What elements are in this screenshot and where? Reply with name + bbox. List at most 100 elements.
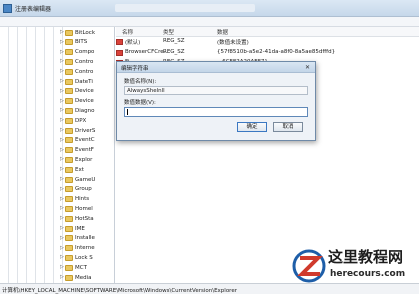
folder-icon [65,215,73,222]
tree-item[interactable]: Contro [65,67,93,76]
folder-icon [65,107,73,114]
tree-expander-icon[interactable]: ▷ [60,205,64,211]
column-type[interactable]: 类型 [163,28,174,36]
tree-item-label: Installe [75,235,95,242]
tree-expander-icon[interactable]: ▷ [60,264,64,270]
tree-item[interactable]: BITS [65,38,87,47]
folder-icon [65,254,73,261]
tree-item[interactable]: HotSta [65,214,94,223]
tree-item[interactable]: IME [65,224,85,233]
tree-expander-icon[interactable]: ▷ [60,215,64,221]
tree-item[interactable]: Interne [65,244,95,253]
tree-expander-icon[interactable]: ▷ [60,186,64,192]
tree-expander-icon[interactable]: ▷ [60,274,64,280]
tree-item-label: Diagno [75,107,95,114]
tree-expander-icon[interactable]: ▷ [60,225,64,231]
tree-expander-icon[interactable]: ▷ [60,166,64,172]
tree-expander-icon[interactable]: ▷ [60,98,64,104]
tree-item[interactable]: Homel [65,204,93,213]
cell-type: REG_SZ [163,48,185,55]
tree-item-label: Hints [75,196,90,203]
folder-icon [65,117,73,124]
column-data[interactable]: 数据 [217,28,228,36]
tree-expander-icon[interactable]: ▷ [60,235,64,241]
tree-expander-icon[interactable]: ▷ [60,107,64,113]
folder-icon [65,245,73,252]
blurred-region [115,4,255,12]
tree-item-label: Device [75,98,94,105]
tree-expander-icon[interactable]: ▷ [60,78,64,84]
tree-item-label: BitLock [75,29,95,36]
tree-item[interactable]: Installe [65,234,95,243]
registry-editor-icon [3,4,12,13]
tree-expander-icon[interactable]: ▷ [60,58,64,64]
tree-item-label: DriverS [75,127,96,134]
tree-expander-icon[interactable]: ▷ [60,137,64,143]
tree-item[interactable]: GameU [65,175,95,184]
tree-item[interactable]: EventF [65,146,94,155]
text-caret [127,109,128,115]
tree-item[interactable]: DateTi [65,77,93,86]
tree-expander-icon[interactable]: ▷ [60,117,64,123]
tree-item[interactable]: Ext [65,165,84,174]
tree-expander-icon[interactable]: ▷ [60,245,64,251]
tree-item-label: Device [75,88,94,95]
list-header: 名称 类型 数据 [116,27,419,37]
registry-value-row[interactable]: (默认) REG_SZ (数值未设置) [116,37,419,47]
tree-item[interactable]: EventC [65,136,95,145]
tree-expander-icon[interactable]: ▷ [60,156,64,162]
tree-expander-icon[interactable]: ▷ [60,196,64,202]
folder-icon [65,39,73,46]
registry-tree[interactable]: ▷ BitLock ▷ BITS ▷ Compo ▷ Contro ▷ Contro ▷ DateTi… [0,27,115,283]
registry-value-row[interactable]: BrowserCFCre... REG_SZ {57f8510b-a5e2-41da… [116,48,419,58]
ok-button[interactable]: 确定 [237,122,267,132]
tree-item[interactable]: Diagno [65,106,94,115]
tree-expander-icon[interactable]: ▷ [60,39,64,45]
tree-item[interactable]: Compo [65,48,94,57]
watermark-url: herecours.com [330,269,406,279]
folder-icon [65,235,73,242]
dialog-title-bar[interactable]: 编辑字符串 ✕ [117,62,315,73]
tree-item[interactable]: Contro [65,57,93,66]
tree-item-label: EventF [75,147,94,154]
edit-string-dialog: 编辑字符串 ✕ 数值名称(N): AlwaysShelnll 数值数据(V): … [116,61,316,141]
tree-expander-icon[interactable]: ▷ [60,147,64,153]
tree-item[interactable]: DPX [65,116,86,125]
tree-item[interactable]: Group [65,185,92,194]
close-icon[interactable]: ✕ [305,64,310,71]
folder-icon [65,49,73,56]
tree-item[interactable]: DriverS [65,126,95,135]
tree-expander-icon[interactable]: ▷ [60,88,64,94]
menu-bar [0,17,419,27]
folder-icon [65,127,73,134]
tree-item[interactable]: Lock S [65,253,93,262]
folder-icon [65,147,73,154]
tree-item[interactable]: MCT [65,263,87,272]
tree-expander-icon[interactable]: ▷ [60,68,64,74]
key-path: 计算机\HKEY_LOCAL_MACHINE\SOFTWARE\Microsof… [2,288,237,294]
tree-item-label: HotSta [75,215,94,222]
tree-item-label: Ext [75,166,84,173]
tree-item[interactable]: BitLock [65,28,95,37]
tree-item-label: Media [75,274,92,281]
value-data-input[interactable] [124,107,308,117]
tree-expander-icon[interactable]: ▷ [60,127,64,133]
folder-icon [65,264,73,271]
tree-item-label: GameU [75,176,96,183]
tree-expander-icon[interactable]: ▷ [60,29,64,35]
cancel-button[interactable]: 取消 [273,122,303,132]
tree-item-label: DateTi [75,78,93,85]
tree-item[interactable]: Media [65,273,92,282]
tree-expander-icon[interactable]: ▷ [60,176,64,182]
column-name[interactable]: 名称 [122,28,133,36]
window-title: 注册表编辑器 [15,6,52,13]
tree-item[interactable]: Hints [65,195,89,204]
tree-expander-icon[interactable]: ▷ [60,49,64,55]
folder-icon [65,88,73,95]
tree-guide-lines [0,27,66,283]
tree-item[interactable]: Device [65,87,94,96]
tree-expander-icon[interactable]: ▷ [60,254,64,260]
tree-item[interactable]: Explor [65,155,92,164]
tree-item[interactable]: Device [65,97,94,106]
string-value-icon [116,39,123,45]
